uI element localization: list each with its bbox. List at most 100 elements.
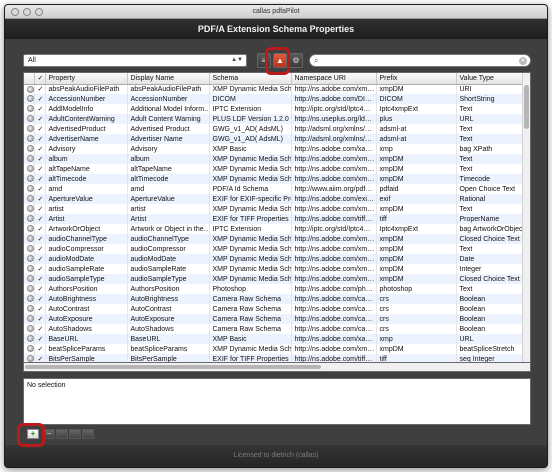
column-header[interactable] (24, 73, 35, 85)
table-row[interactable]: ✓ altTapeName altTapeName XMP Dynamic Media… (24, 164, 525, 174)
clear-icon[interactable]: ✕ (519, 57, 527, 65)
close-window-button[interactable] (11, 8, 19, 16)
checkmark-icon[interactable]: ✓ (34, 354, 46, 362)
checkmark-icon[interactable]: ✓ (34, 184, 46, 194)
checkmark-icon[interactable]: ✓ (34, 164, 46, 174)
checkmark-icon[interactable]: ✓ (34, 94, 46, 104)
checkmark-icon[interactable]: ✓ (34, 234, 46, 244)
checkmark-icon[interactable]: ✓ (34, 344, 46, 354)
checkmark-icon[interactable]: ✓ (34, 134, 46, 144)
table-row[interactable]: ✓ amd amd PDF/A Id Schema http://www.aiim.or… (24, 184, 525, 194)
column-header[interactable]: Value Type (456, 73, 525, 85)
table-cell: ApertureValue (45, 194, 128, 204)
table-row[interactable]: ✓ AutoExposure AutoExposure Camera Raw Sche… (24, 314, 525, 324)
checkmark-icon[interactable]: ✓ (34, 224, 46, 234)
table-row[interactable]: ✓ ArtworkOrObject Artwork or Object in the… (24, 224, 525, 234)
checkmark-icon[interactable]: ✓ (34, 194, 46, 204)
warning-filter-button[interactable]: ▲ (273, 53, 287, 68)
add-button[interactable]: + (27, 429, 39, 439)
table-row[interactable]: ✓ audioChannelType audioChannelType XMP Dyn… (24, 234, 525, 244)
checkmark-icon[interactable]: ✓ (34, 144, 46, 154)
search-field[interactable]: ⌕ ✕ (309, 54, 531, 67)
horizontal-scroll-thumb[interactable] (25, 365, 321, 369)
vertical-scroll-thumb[interactable] (524, 85, 529, 129)
table-row[interactable]: ✓ audioCompressor audioCompressor XMP Dynam… (24, 244, 525, 254)
checkmark-icon[interactable]: ✓ (34, 154, 46, 164)
settings-button[interactable]: ⚙ (289, 53, 303, 68)
table-row[interactable]: ✓ altTimecode altTimecode XMP Dynamic Media… (24, 174, 525, 184)
checkmark-icon[interactable]: ✓ (34, 104, 46, 114)
table-cell: Boolean (456, 314, 525, 324)
table-row[interactable]: ✓ beatSpliceParams beatSpliceParams XMP Dyn… (24, 344, 525, 354)
column-header[interactable]: Prefix (376, 73, 457, 85)
filter-dropdown[interactable]: All ▲▼ (23, 54, 247, 67)
checkmark-icon[interactable]: ✓ (34, 174, 46, 184)
table-cell: IPTC Extension (209, 224, 292, 234)
minimize-window-button[interactable] (23, 8, 31, 16)
table-row[interactable]: ✓ BaseURL BaseURL XMP Basic http://ns.adobe.… (24, 334, 525, 344)
checkmark-icon[interactable]: ✓ (34, 204, 46, 214)
checkmark-icon[interactable]: ✓ (34, 264, 46, 274)
table-cell: amd (45, 184, 128, 194)
checkmark-icon[interactable]: ✓ (34, 314, 46, 324)
status-icon (27, 345, 33, 353)
table-row[interactable]: ✓ AccessionNumber AccessionNumber DICOM http… (24, 94, 525, 104)
checkmark-icon[interactable]: ✓ (34, 334, 46, 344)
list-view-button[interactable]: ≡ (257, 53, 271, 68)
checkmark-icon[interactable]: ✓ (34, 294, 46, 304)
checkmark-icon[interactable]: ✓ (34, 244, 46, 254)
table-cell: xmp (376, 144, 457, 154)
column-header[interactable]: Schema (209, 73, 292, 85)
status-icon (27, 185, 33, 193)
checkmark-icon[interactable]: ✓ (34, 284, 46, 294)
table-row[interactable]: ✓ audioSampleRate audioSampleRate XMP Dynam… (24, 264, 525, 274)
checkmark-icon[interactable]: ✓ (34, 254, 46, 264)
duplicate-button[interactable] (69, 429, 81, 439)
horizontal-scrollbar[interactable] (23, 363, 531, 372)
search-input[interactable] (324, 56, 514, 65)
checkmark-icon[interactable]: ✓ (34, 124, 46, 134)
table-cell: absPeakAudioFilePath (127, 84, 210, 94)
table-row[interactable]: ✓ absPeakAudioFilePath absPeakAudioFilePat… (24, 84, 525, 94)
table-cell: Text (456, 164, 525, 174)
table-row[interactable]: ✓ AdvertiserName Advertiser Name GWG_v1_AD(… (24, 134, 525, 144)
table-cell: crs (376, 324, 457, 334)
table-row[interactable]: ✓ AddlModelInfo Additional Model Inform… IP… (24, 104, 525, 114)
table-row[interactable]: ✓albumalbumXMP Dynamic Media Sche…http:/… (24, 154, 525, 164)
table-row[interactable]: ✓ AuthorsPosition AuthorsPosition Photoshop… (24, 284, 525, 294)
zoom-window-button[interactable] (35, 8, 43, 16)
table-row[interactable]: ✓ audioModDate audioModDate XMP Dynamic Med… (24, 254, 525, 264)
checkmark-icon[interactable]: ✓ (34, 274, 46, 284)
checkmark-icon[interactable]: ✓ (34, 324, 46, 334)
options-button[interactable] (82, 429, 94, 439)
table-cell: http://ns.adobe.com/xa… (291, 334, 377, 344)
remove-button[interactable]: − (43, 429, 55, 439)
table-row[interactable]: ✓ AutoShadows AutoShadows Camera Raw Schema… (24, 324, 525, 334)
table-row[interactable]: ✓ BitsPerSample BitsPerSample EXIF for TIFF… (24, 354, 525, 362)
table-row[interactable]: ✓ ApertureValue ApertureValue EXIF for EXIF… (24, 194, 525, 204)
table-row[interactable]: ✓ Artist Artist EXIF for TIFF Properties htt… (24, 214, 525, 224)
table-cell: XMP Dynamic Media Sche… (209, 234, 292, 244)
table-cell: artist (45, 204, 128, 214)
table-row[interactable]: ✓ AdvertisedProduct Advertised Product GWG_… (24, 124, 525, 134)
edit-button[interactable] (56, 429, 68, 439)
table-row[interactable]: ✓ Advisory Advisory XMP Basic http://ns.adob… (24, 144, 525, 154)
table-cell: Timecode (456, 174, 525, 184)
table-row[interactable]: ✓ audioSampleType audioSampleType XMP Dynam… (24, 274, 525, 284)
column-header[interactable]: Property (45, 73, 128, 85)
table-cell: DICOM (209, 94, 292, 104)
checkmark-icon[interactable]: ✓ (34, 304, 46, 314)
table-row[interactable]: ✓artistartistXMP Dynamic Media Sche…http… (24, 204, 525, 214)
column-header[interactable]: Namespace URI (291, 73, 377, 85)
table-row[interactable]: ✓ AutoBrightness AutoBrightness Camera Raw … (24, 294, 525, 304)
checkmark-icon[interactable]: ✓ (34, 84, 46, 94)
table-row[interactable]: ✓ AutoContrast AutoContrast Camera Raw Sche… (24, 304, 525, 314)
checkmark-icon[interactable]: ✓ (34, 214, 46, 224)
checkmark-icon[interactable]: ✓ (34, 114, 46, 124)
column-header[interactable]: Display Name (127, 73, 210, 85)
table-row[interactable]: ✓ AdultContentWarning Adult Content Warnin… (24, 114, 525, 124)
vertical-scrollbar[interactable] (522, 73, 530, 362)
table-cell: GWG_v1_AD( AdsML) (209, 134, 292, 144)
table-cell: AdvertiserName (45, 134, 128, 144)
column-header[interactable]: ✓ (34, 73, 46, 85)
